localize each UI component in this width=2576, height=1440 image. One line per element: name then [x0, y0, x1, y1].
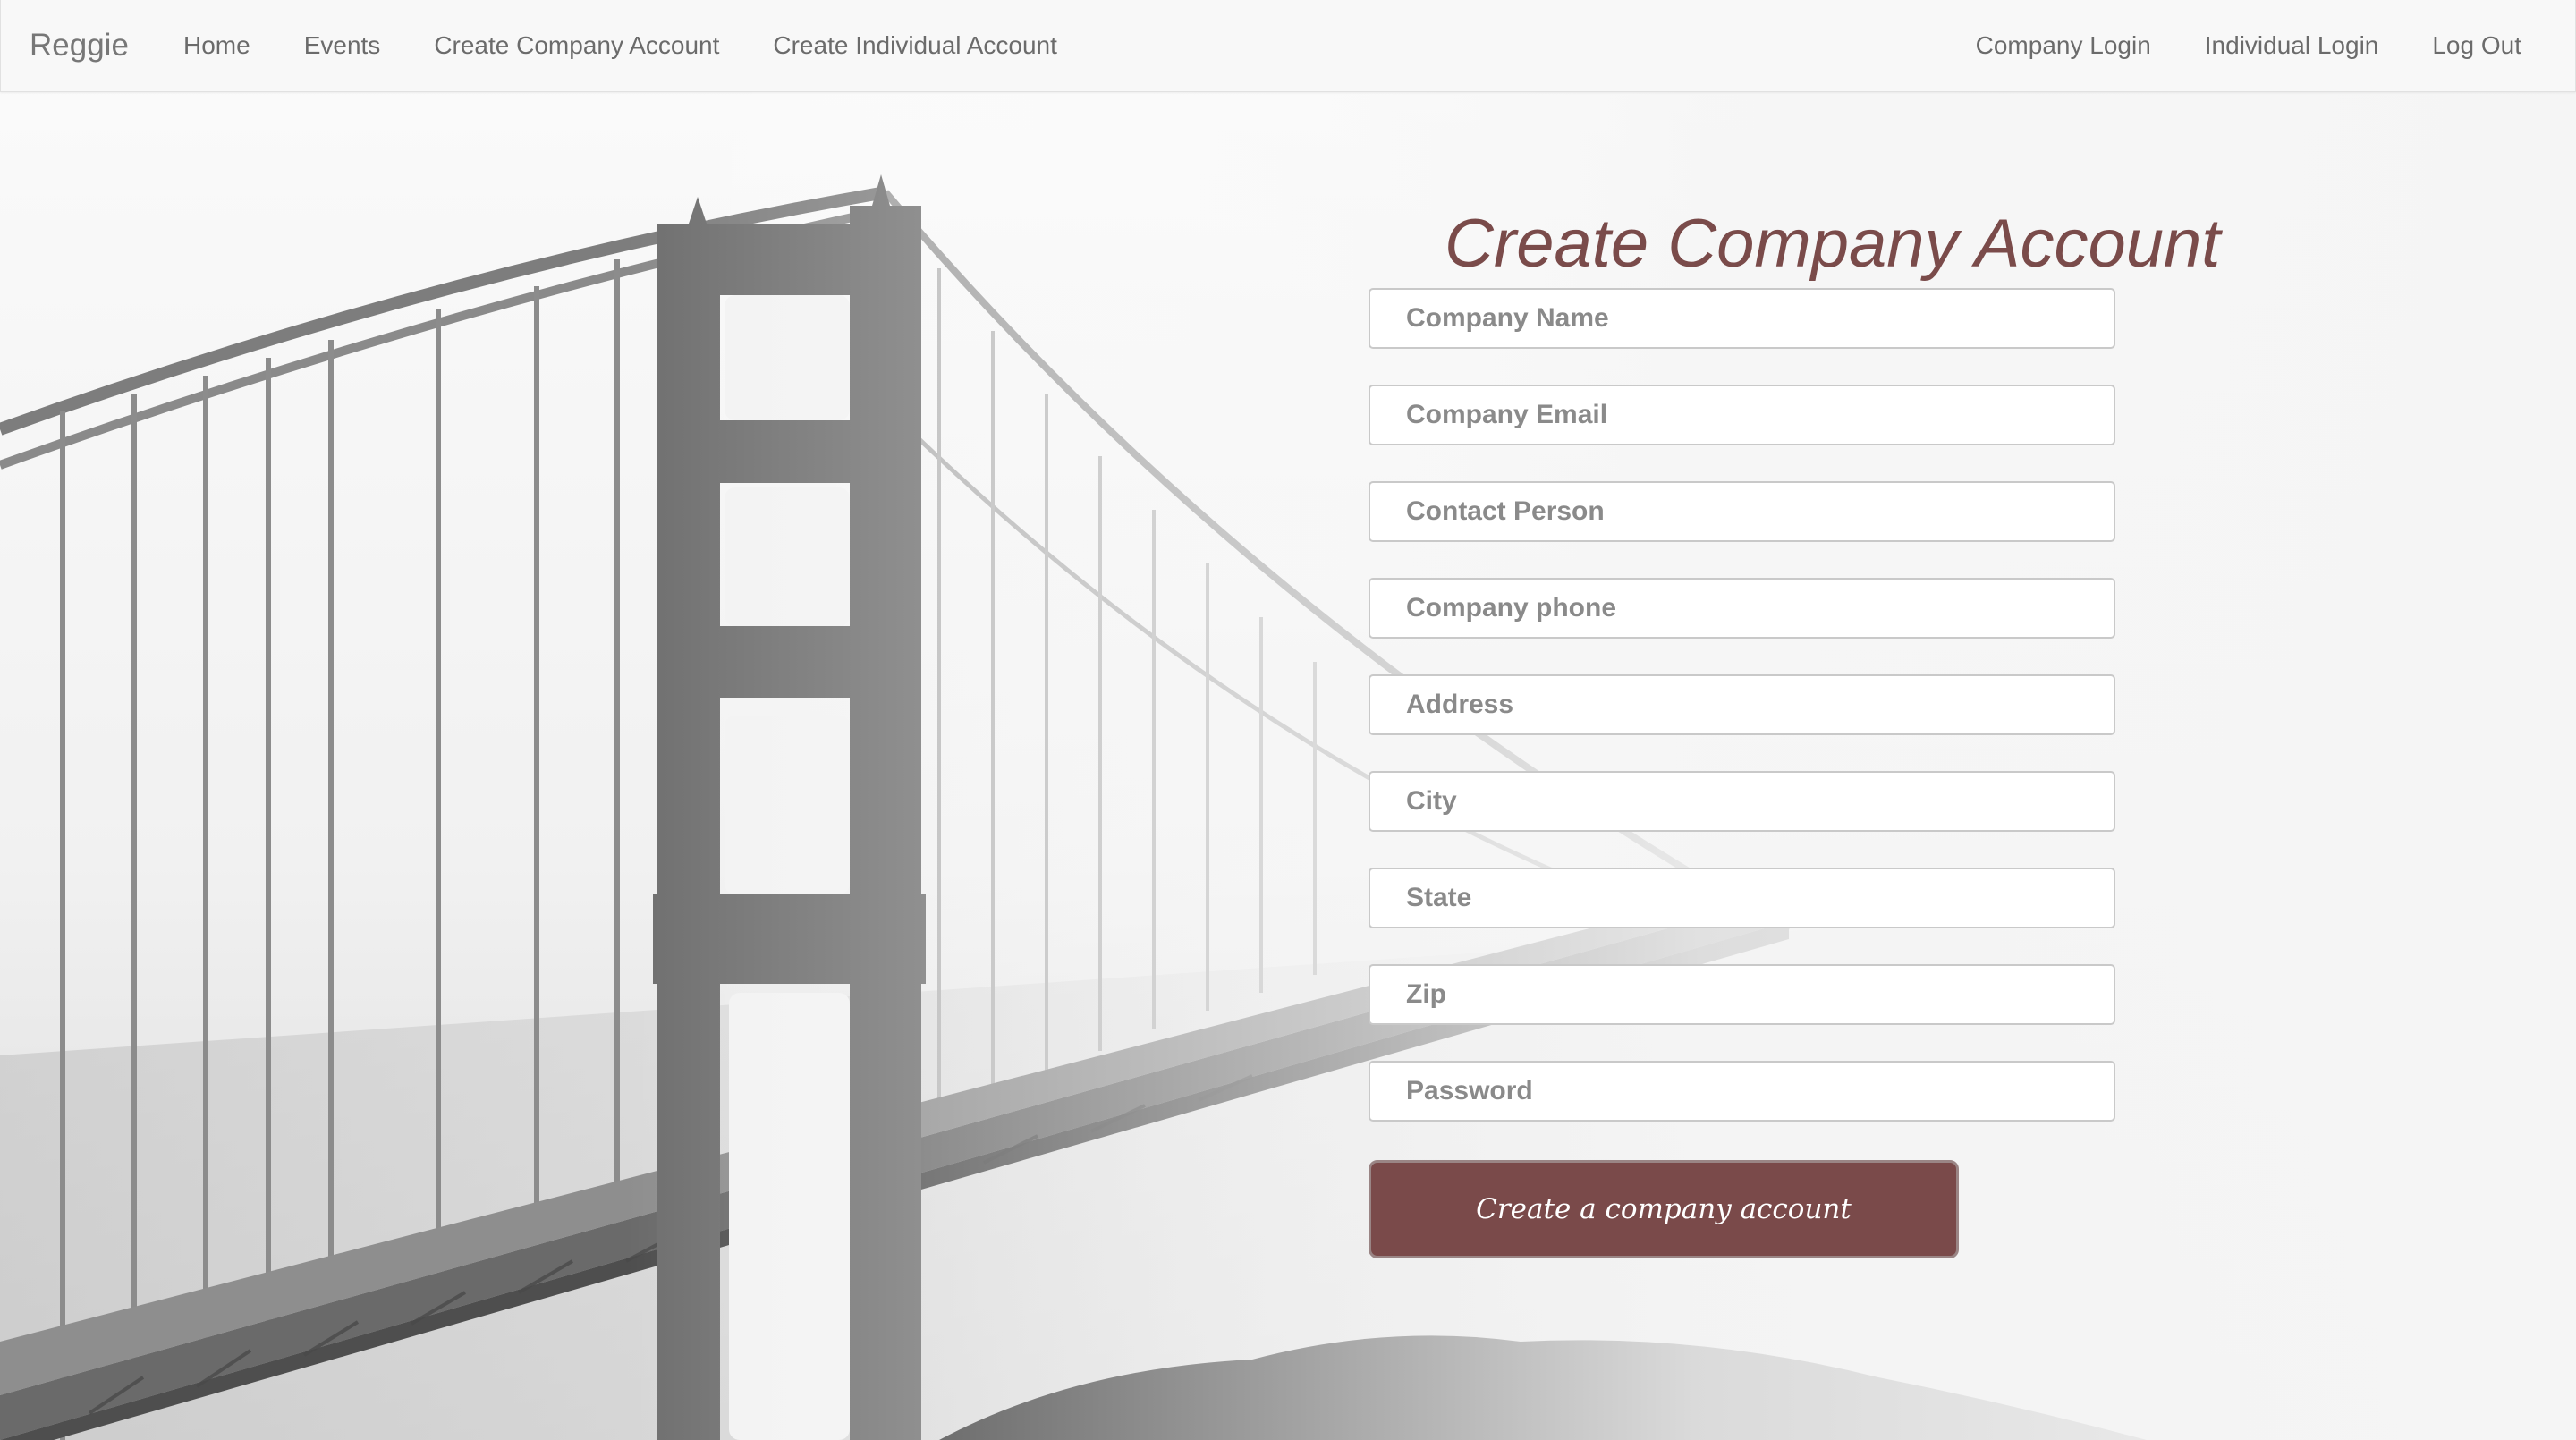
nav-create-individual-account-link[interactable]: Create Individual Account [746, 0, 1084, 91]
company-phone-input[interactable] [1368, 578, 2115, 639]
nav-right: Company Login Individual Login Log Out [1949, 0, 2548, 91]
nav-home-link[interactable]: Home [157, 0, 277, 91]
password-input[interactable] [1368, 1061, 2115, 1122]
nav-create-company-account-link[interactable]: Create Company Account [407, 0, 746, 91]
nav-company-login-link[interactable]: Company Login [1949, 0, 2178, 91]
company-name-input[interactable] [1368, 288, 2115, 349]
brand-link[interactable]: Reggie [30, 0, 129, 91]
create-company-account-button[interactable]: Create a company account [1368, 1160, 1959, 1258]
city-input[interactable] [1368, 771, 2115, 832]
navbar: Reggie Home Events Create Company Accoun… [0, 0, 2576, 92]
company-email-input[interactable] [1368, 385, 2115, 445]
page-title: Create Company Account [1445, 205, 2221, 282]
contact-person-input[interactable] [1368, 481, 2115, 542]
address-input[interactable] [1368, 674, 2115, 735]
nav-left: Home Events Create Company Account Creat… [157, 0, 1084, 91]
zip-input[interactable] [1368, 964, 2115, 1025]
nav-log-out-link[interactable]: Log Out [2405, 0, 2548, 91]
nav-events-link[interactable]: Events [277, 0, 408, 91]
nav-individual-login-link[interactable]: Individual Login [2178, 0, 2406, 91]
state-input[interactable] [1368, 868, 2115, 928]
